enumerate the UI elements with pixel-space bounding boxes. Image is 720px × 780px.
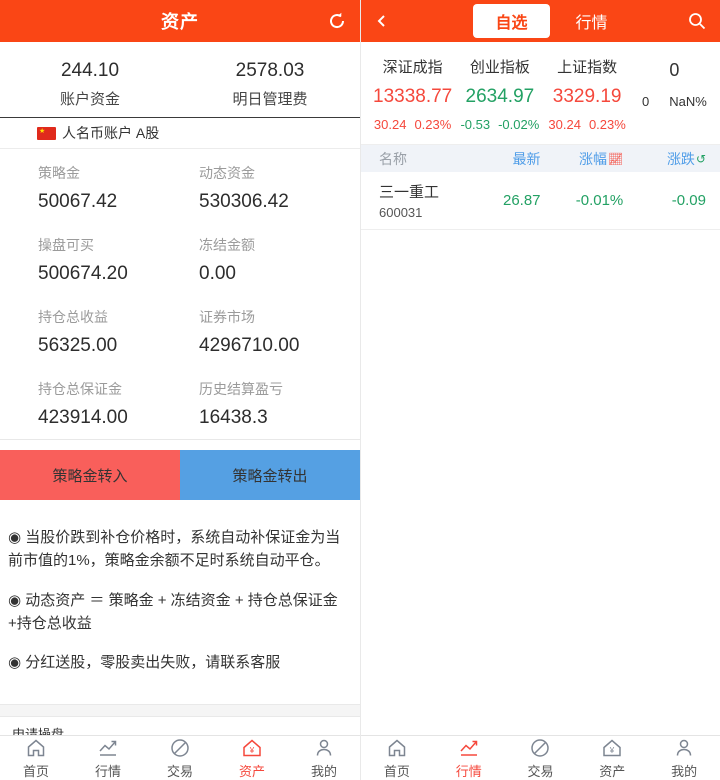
chart-icon bbox=[97, 737, 119, 759]
account-summary: 244.10 账户资金 2578.03 明日管理费 bbox=[0, 42, 360, 117]
index-empty[interactable]: 0 0 NaN% bbox=[631, 56, 718, 132]
index-strip: 深证成指 13338.77 30.24 0.23% 创业指板 2634.97 -… bbox=[361, 42, 720, 145]
market-header-tabs: 自选 行情 bbox=[361, 4, 720, 38]
col-name[interactable]: 名称 bbox=[361, 149, 472, 169]
tab-market[interactable]: 行情 bbox=[433, 736, 505, 780]
china-flag-icon: ★ bbox=[37, 127, 56, 140]
assets-house-icon: ¥ bbox=[241, 737, 263, 759]
tab-market[interactable]: 行情 bbox=[72, 736, 144, 780]
market-header: 自选 行情 bbox=[361, 0, 720, 42]
home-icon bbox=[25, 737, 47, 759]
undo-arrow-icon: ↺ bbox=[696, 153, 706, 165]
svg-text:¥: ¥ bbox=[609, 746, 615, 755]
stock-change: -0.09 bbox=[637, 192, 720, 209]
assets-house-icon: ¥ bbox=[601, 737, 623, 759]
assets-header: 资产 bbox=[0, 0, 360, 42]
stat-position-margin: 持仓总保证金 423914.00 bbox=[38, 379, 199, 429]
tab-watchlist[interactable]: 自选 bbox=[473, 4, 549, 38]
person-icon bbox=[673, 737, 695, 759]
refresh-icon bbox=[327, 11, 347, 31]
stock-row-sany[interactable]: 三一重工 600031 26.87 -0.01% -0.09 bbox=[361, 172, 720, 230]
summary-label: 账户资金 bbox=[0, 88, 180, 109]
note-dynamic-formula: ◉ 动态资产 ＝ 策略金 + 冻结资金 + 持仓总保证金 +持仓总收益 bbox=[8, 589, 350, 636]
tab-assets[interactable]: ¥ 资产 bbox=[576, 736, 648, 780]
rules-notes: ◉ 当股价跌到补仓价格时，系统自动补保证金为当前市值的1%，策略金余额不足时系统… bbox=[0, 500, 360, 704]
trade-icon bbox=[169, 737, 191, 759]
stock-table-header: 名称 最新 涨幅 📈︎ 涨跌 ↺ bbox=[361, 145, 720, 172]
tab-trade[interactable]: 交易 bbox=[144, 736, 216, 780]
summary-account-funds: 244.10 账户资金 bbox=[0, 60, 180, 109]
asset-stats-grid: 策略金 50067.42 动态资金 530306.42 操盘可买 500674.… bbox=[0, 149, 360, 440]
col-change-pct[interactable]: 涨幅 📈︎ bbox=[555, 149, 638, 169]
note-dividend: ◉ 分红送股，零股卖出失败，请联系客服 bbox=[8, 651, 350, 674]
tab-mine[interactable]: 我的 bbox=[648, 736, 720, 780]
transfer-buttons: 策略金转入 策略金转出 bbox=[0, 450, 360, 500]
summary-value: 244.10 bbox=[0, 60, 180, 82]
account-type-row[interactable]: ★ 人名币账户 A股 bbox=[0, 117, 360, 149]
note-margin-call: ◉ 当股价跌到补仓价格时，系统自动补保证金为当前市值的1%，策略金余额不足时系统… bbox=[8, 526, 350, 573]
tab-mine[interactable]: 我的 bbox=[288, 736, 360, 780]
chart-icon bbox=[458, 737, 480, 759]
back-chevron-icon bbox=[375, 14, 389, 28]
account-type-label: 人名币账户 A股 bbox=[62, 123, 159, 143]
col-latest[interactable]: 最新 bbox=[472, 149, 555, 169]
col-change[interactable]: 涨跌 ↺ bbox=[637, 149, 720, 169]
section-divider bbox=[0, 704, 360, 717]
stat-strategy-fund: 策略金 50067.42 bbox=[38, 163, 199, 213]
app: 资产 244.10 账户资金 2578.03 明日管理费 ★ 人名币账户 A股 bbox=[0, 0, 720, 780]
index-szse[interactable]: 深证成指 13338.77 30.24 0.23% bbox=[369, 56, 456, 132]
tab-assets[interactable]: ¥ 资产 bbox=[216, 736, 288, 780]
market-screen: 自选 行情 深证成指 13338.77 30.24 0.23% 创业指板 263 bbox=[360, 0, 720, 780]
stat-dynamic-fund: 动态资金 530306.42 bbox=[199, 163, 360, 213]
assets-tabbar: 首页 行情 交易 ¥ 资产 bbox=[0, 735, 360, 780]
tab-home[interactable]: 首页 bbox=[361, 736, 433, 780]
tab-trade[interactable]: 交易 bbox=[505, 736, 577, 780]
person-icon bbox=[313, 737, 335, 759]
market-tabbar: 首页 行情 交易 ¥ 资产 bbox=[361, 735, 720, 780]
page-title: 资产 bbox=[0, 8, 360, 34]
index-sse[interactable]: 上证指数 3329.19 30.24 0.23% bbox=[544, 56, 631, 132]
refresh-button[interactable] bbox=[316, 0, 358, 42]
trade-icon bbox=[529, 737, 551, 759]
home-icon bbox=[386, 737, 408, 759]
transfer-out-button[interactable]: 策略金转出 bbox=[180, 450, 360, 500]
stat-position-profit: 持仓总收益 56325.00 bbox=[38, 307, 199, 357]
index-chinext[interactable]: 创业指板 2634.97 -0.53 -0.02% bbox=[456, 56, 543, 132]
tab-home[interactable]: 首页 bbox=[0, 736, 72, 780]
stat-history-pnl: 历史结算盈亏 16438.3 bbox=[199, 379, 360, 429]
stock-price: 26.87 bbox=[472, 192, 555, 209]
summary-tomorrow-fee: 2578.03 明日管理费 bbox=[180, 60, 360, 109]
svg-text:¥: ¥ bbox=[249, 746, 255, 755]
back-button[interactable] bbox=[361, 0, 403, 42]
stat-frozen: 冻结金额 0.00 bbox=[199, 235, 360, 285]
summary-label: 明日管理费 bbox=[180, 88, 360, 109]
search-button[interactable] bbox=[676, 0, 718, 42]
transfer-in-button[interactable]: 策略金转入 bbox=[0, 450, 180, 500]
stock-name-cell: 三一重工 600031 bbox=[361, 181, 472, 220]
summary-value: 2578.03 bbox=[180, 60, 360, 82]
stock-change-pct: -0.01% bbox=[555, 192, 638, 209]
assets-screen: 资产 244.10 账户资金 2578.03 明日管理费 ★ 人名币账户 A股 bbox=[0, 0, 360, 780]
trend-up-icon: 📈︎ bbox=[608, 153, 623, 165]
stat-securities-market: 证券市场 4296710.00 bbox=[199, 307, 360, 357]
search-icon bbox=[687, 11, 707, 31]
stat-buyable: 操盘可买 500674.20 bbox=[38, 235, 199, 285]
tab-quotes[interactable]: 行情 bbox=[576, 9, 608, 33]
